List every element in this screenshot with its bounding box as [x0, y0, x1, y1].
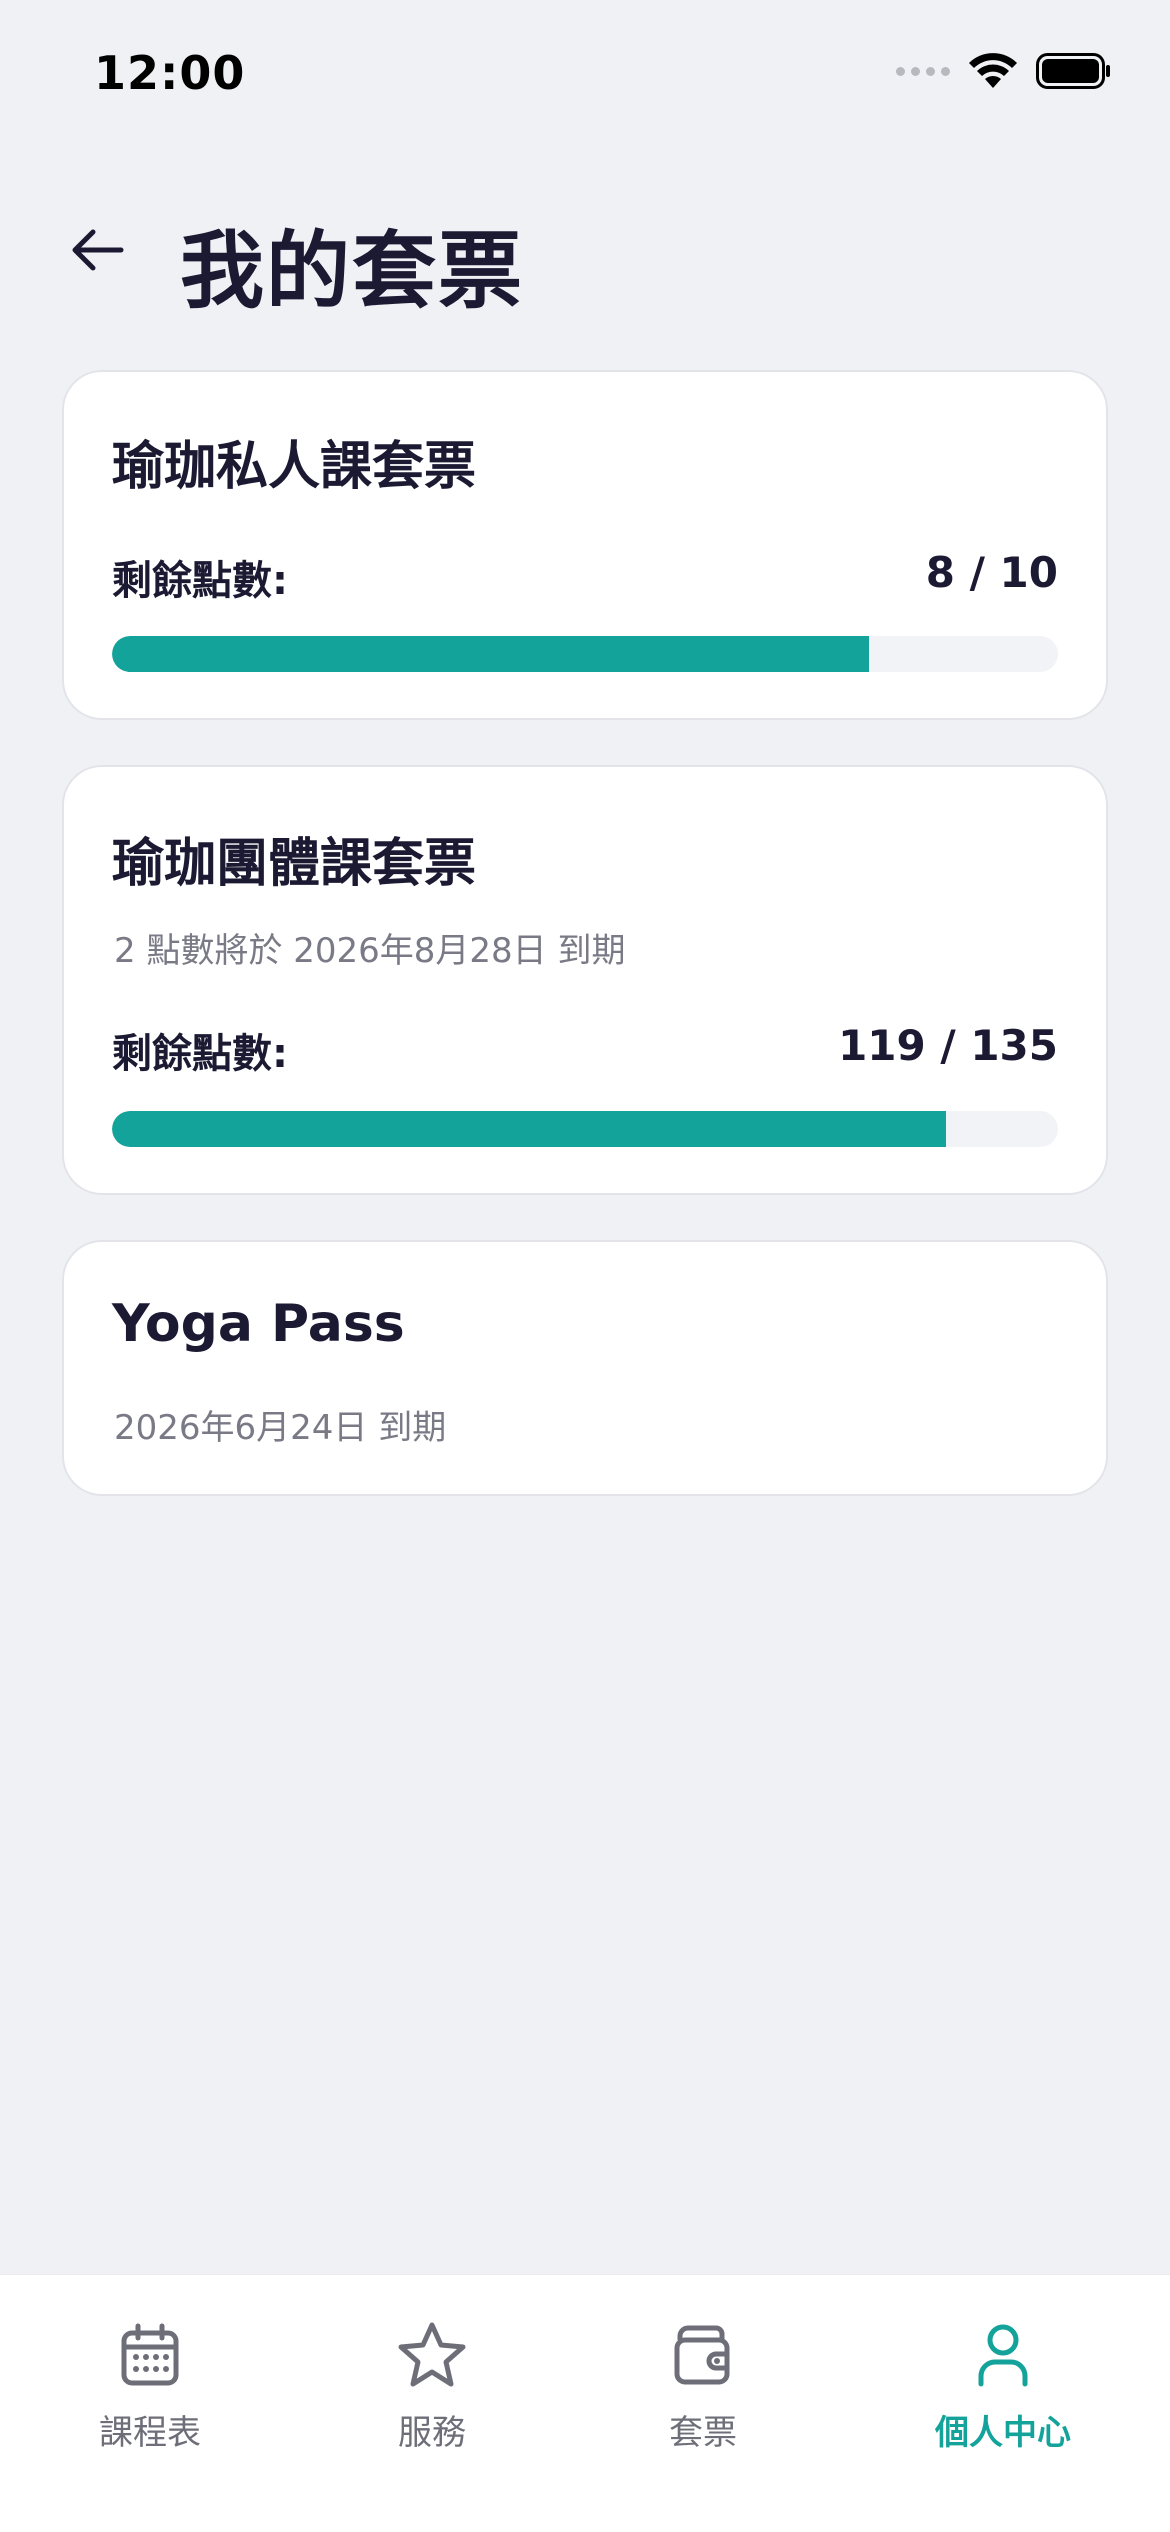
- pass-title: Yoga Pass: [112, 1294, 405, 1354]
- points-progress-fill: [112, 636, 869, 672]
- star-icon: [398, 2322, 466, 2387]
- expiry-note: 2026年6月24日 到期: [114, 1408, 447, 1448]
- status-time: 12:00: [94, 46, 246, 100]
- status-bar: 12:00: [0, 0, 1170, 150]
- points-value: 119 / 135: [838, 1021, 1058, 1070]
- nav-label: 服務: [398, 2413, 466, 2453]
- nav-item-profile[interactable]: 個人中心: [893, 2315, 1113, 2454]
- calendar-icon: [121, 2323, 179, 2386]
- points-progress-fill: [112, 1111, 946, 1147]
- wallet-icon: [674, 2325, 730, 2385]
- pass-card-group[interactable]: 瑜珈團體課套票 2 點數將於 2026年8月28日 到期 剩餘點數: 119 /…: [62, 765, 1108, 1195]
- nav-item-passes[interactable]: 套票: [593, 2315, 813, 2454]
- arrow-left-icon: [72, 229, 124, 271]
- nav-item-schedule[interactable]: 課程表: [40, 2315, 260, 2454]
- cellular-signal-icon: [896, 66, 950, 76]
- pass-title: 瑜珈團體課套票: [112, 834, 477, 894]
- nav-label: 套票: [669, 2413, 737, 2453]
- battery-icon: [1036, 53, 1112, 89]
- header: 我的套票: [0, 190, 1170, 320]
- points-progress-bar: [112, 1111, 1058, 1147]
- points-label: 剩餘點數:: [112, 558, 288, 604]
- bottom-nav: 課程表 服務 套票 個人中心: [0, 2274, 1170, 2532]
- page-title: 我的套票: [180, 222, 525, 320]
- points-value: 8 / 10: [925, 548, 1058, 597]
- user-icon: [978, 2324, 1028, 2387]
- wifi-icon: [968, 52, 1018, 90]
- pass-card-private[interactable]: 瑜珈私人課套票 剩餘點數: 8 / 10: [62, 370, 1108, 720]
- nav-item-services[interactable]: 服務: [322, 2315, 542, 2454]
- nav-label: 個人中心: [935, 2413, 1071, 2453]
- nav-label: 課程表: [99, 2413, 201, 2453]
- status-icons: [896, 52, 1112, 90]
- expiry-note: 2 點數將於 2026年8月28日 到期: [114, 931, 626, 971]
- pass-title: 瑜珈私人課套票: [112, 437, 477, 497]
- points-progress-bar: [112, 636, 1058, 672]
- screen: 12:00 我的套票 瑜珈私人課套票 剩餘點數: 8 / 10 瑜珈團體課套票 …: [0, 0, 1170, 2532]
- points-label: 剩餘點數:: [112, 1031, 288, 1077]
- pass-card-yoga-pass[interactable]: Yoga Pass 2026年6月24日 到期: [62, 1240, 1108, 1496]
- back-button[interactable]: [62, 220, 132, 280]
